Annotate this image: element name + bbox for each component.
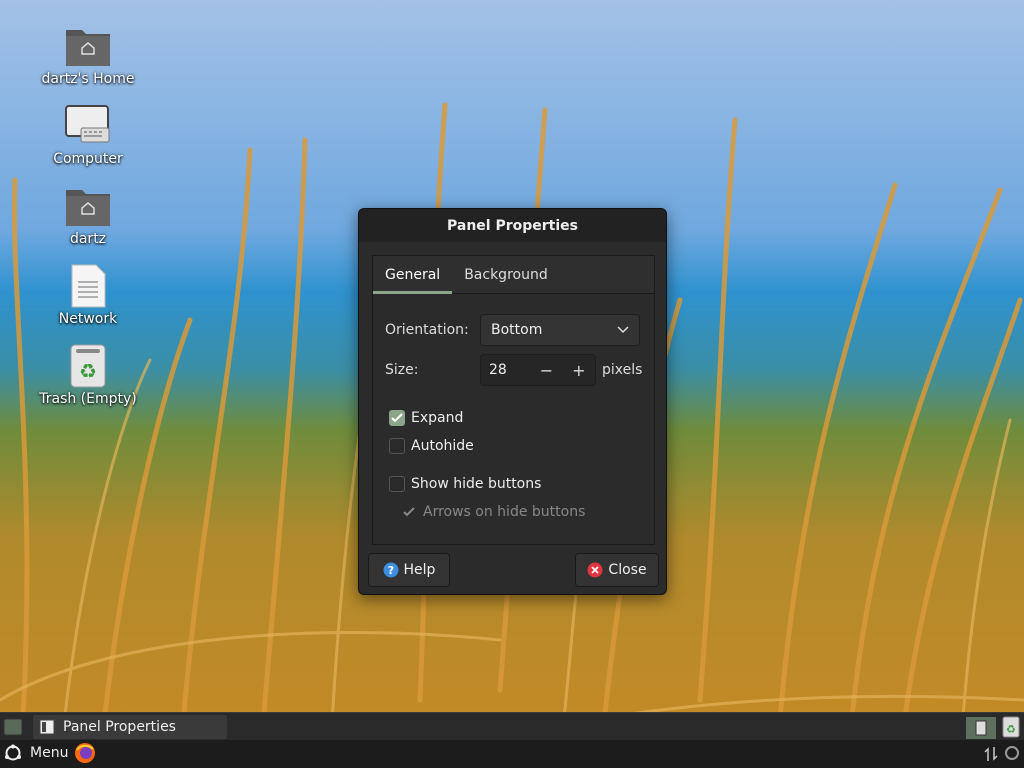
size-unit-label: pixels	[602, 362, 643, 378]
taskbar-window-panel-properties[interactable]: Panel Properties	[33, 715, 227, 739]
menu-label: Menu	[30, 745, 69, 761]
desktop-icon-trash[interactable]: ♻ Trash (Empty)	[33, 344, 143, 407]
taskbar-window-label: Panel Properties	[63, 719, 176, 735]
help-label: Help	[403, 562, 436, 578]
svg-text:♻: ♻	[79, 359, 97, 383]
desktop-icon-label: Network	[58, 311, 118, 327]
taskbar-window-list: Panel Properties ♻	[0, 712, 1024, 740]
size-decrement-button[interactable]: −	[530, 361, 562, 380]
desktop-icon-home[interactable]: dartz's Home	[33, 24, 143, 87]
update-manager-icon[interactable]	[1004, 745, 1020, 761]
checkbox-unchecked-icon	[389, 476, 405, 492]
dialog-titlebar[interactable]: Panel Properties	[359, 209, 666, 242]
network-status-icon[interactable]	[984, 745, 998, 763]
checkbox-checked-icon	[389, 410, 405, 426]
dialog-content: General Background Orientation: Bottom S…	[372, 255, 655, 545]
desktop-icon-label: dartz's Home	[41, 71, 135, 87]
desktop-icon-computer[interactable]: Computer	[33, 104, 143, 167]
size-increment-button[interactable]: +	[563, 361, 595, 380]
trash-icon: ♻	[70, 344, 106, 388]
expand-checkbox[interactable]: Expand	[389, 410, 463, 426]
taskbar-launcher-row: Menu	[0, 740, 1024, 768]
window-icon	[39, 719, 55, 735]
desktop-icon-label: Computer	[53, 151, 123, 167]
checkbox-unchecked-icon	[389, 438, 405, 454]
chevron-down-icon	[617, 326, 629, 334]
panel-properties-dialog: Panel Properties General Background Orie…	[358, 208, 667, 595]
mint-menu-icon	[5, 744, 21, 761]
orientation-label: Orientation:	[385, 322, 469, 338]
menu-button[interactable]: Menu	[4, 744, 68, 762]
trash-applet-icon[interactable]: ♻	[1002, 716, 1020, 738]
close-label: Close	[608, 562, 647, 578]
show-hide-buttons-checkbox[interactable]: Show hide buttons	[389, 476, 541, 492]
network-document-icon	[71, 264, 106, 308]
svg-text:♻: ♻	[1006, 723, 1016, 736]
desktop-icon-label: Trash (Empty)	[39, 391, 137, 407]
desktop-icon-network[interactable]: Network	[33, 264, 143, 327]
svg-text:?: ?	[387, 564, 393, 577]
close-button[interactable]: Close	[575, 553, 659, 587]
tab-bar: General Background	[373, 256, 654, 294]
computer-icon	[65, 105, 110, 143]
autohide-label: Autohide	[411, 438, 474, 454]
help-button[interactable]: ? Help	[368, 553, 450, 587]
size-label: Size:	[385, 362, 419, 378]
desktop-icon-dartz[interactable]: dartz	[33, 184, 143, 247]
size-spinbutton: 28 − +	[480, 354, 596, 386]
arrows-on-hide-buttons-checkbox[interactable]: Arrows on hide buttons	[401, 504, 585, 520]
tab-background[interactable]: Background	[452, 256, 560, 293]
tab-general[interactable]: General	[373, 256, 453, 294]
arrows-on-hide-buttons-label: Arrows on hide buttons	[423, 504, 586, 520]
close-icon	[587, 562, 603, 578]
desktop-icon-label: dartz	[69, 231, 107, 247]
show-hide-buttons-label: Show hide buttons	[411, 476, 542, 492]
show-desktop-icon[interactable]	[3, 718, 23, 736]
home-folder-icon	[66, 30, 110, 66]
taskbar: Panel Properties ♻ Menu	[0, 712, 1024, 768]
home-folder-icon	[66, 190, 110, 226]
help-icon: ?	[383, 562, 399, 578]
expand-label: Expand	[411, 410, 464, 426]
workspace-switcher-icon[interactable]	[966, 717, 996, 739]
firefox-icon[interactable]	[74, 742, 96, 764]
orientation-dropdown[interactable]: Bottom	[480, 314, 640, 346]
autohide-checkbox[interactable]: Autohide	[389, 438, 474, 454]
dialog-title: Panel Properties	[447, 217, 578, 234]
size-input[interactable]: 28	[481, 362, 530, 378]
check-icon	[401, 504, 417, 520]
orientation-value: Bottom	[491, 322, 543, 338]
